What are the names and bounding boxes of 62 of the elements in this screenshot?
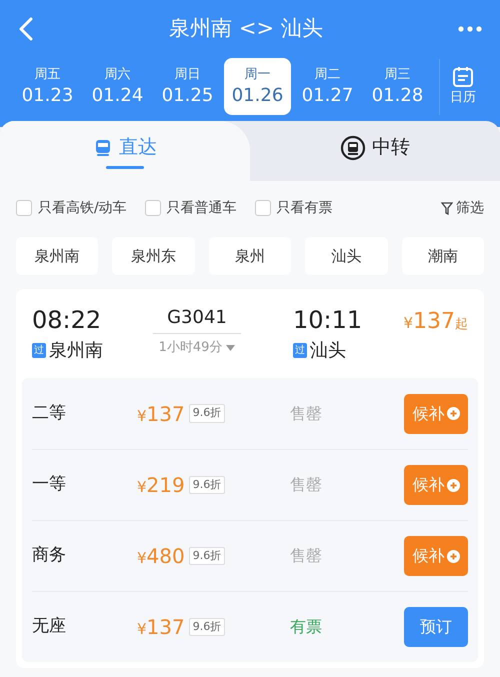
availability-status: 售罄 bbox=[290, 402, 322, 424]
discount-tag: 9.6折 bbox=[188, 546, 226, 566]
discount-tag: 9.6折 bbox=[188, 404, 226, 423]
filter-checkbox[interactable]: 只看高铁/动车 bbox=[16, 198, 127, 218]
pass-badge: 过 bbox=[32, 343, 46, 358]
filter-button[interactable]: 筛选 bbox=[441, 198, 484, 218]
availability-status: 售罄 bbox=[290, 474, 322, 496]
seat-class: 一等 bbox=[32, 473, 67, 496]
date-tab[interactable]: 周三 01.28 bbox=[364, 58, 431, 115]
calendar-button[interactable]: 日历 bbox=[450, 66, 476, 108]
route-tab[interactable]: 直达 bbox=[0, 121, 250, 181]
pass-badge: 过 bbox=[293, 343, 307, 358]
seat-price: ¥137 bbox=[137, 614, 185, 641]
transfer-train-icon bbox=[340, 134, 366, 160]
discount-tag: 9.6折 bbox=[188, 476, 226, 494]
station-chip[interactable]: 潮南 bbox=[402, 237, 484, 275]
availability-status: 售罄 bbox=[290, 545, 322, 567]
calendar-icon bbox=[452, 66, 474, 88]
back-icon[interactable] bbox=[18, 17, 34, 41]
plus-circle-icon bbox=[446, 407, 460, 420]
plus-circle-icon bbox=[446, 478, 460, 492]
date-tab[interactable]: 周日 01.25 bbox=[154, 58, 221, 115]
depart-time: 08:22 bbox=[32, 305, 102, 335]
arrive-time: 10:11 bbox=[293, 305, 364, 335]
waitlist-button[interactable]: 候补 bbox=[404, 394, 468, 434]
date-tab[interactable]: 周五 01.23 bbox=[14, 58, 81, 115]
plus-circle-icon bbox=[446, 550, 460, 562]
checkbox[interactable] bbox=[254, 200, 271, 216]
seat-price: ¥480 bbox=[137, 543, 185, 570]
seat-class: 无座 bbox=[32, 615, 67, 638]
date-tab[interactable]: 周二 01.27 bbox=[294, 58, 361, 115]
train-number: G3041 bbox=[153, 305, 241, 334]
funnel-icon bbox=[441, 202, 453, 214]
seat-class: 商务 bbox=[32, 544, 67, 568]
depart-station: 泉州南 bbox=[49, 339, 103, 363]
train-card[interactable]: 08:22 过 泉州南 G3041 1小时49分 10:11 过 汕头 ¥137起 二等 ¥137 9.6折 售罄 候补 一等 ¥219 9.6折 售罄 候补 商务 ¥480 9.6折 售罄 候补 无座 ¥137 9.6折 有票 预订 bbox=[16, 289, 484, 668]
duration[interactable]: 1小时49分 bbox=[158, 338, 236, 358]
waitlist-button[interactable]: 候补 bbox=[404, 465, 468, 505]
route-tab[interactable]: 中转 bbox=[250, 121, 500, 181]
date-tab[interactable]: 周一 01.26 bbox=[224, 58, 291, 115]
discount-tag: 9.6折 bbox=[188, 618, 226, 636]
filter-checkbox[interactable]: 只看普通车 bbox=[144, 198, 237, 218]
checkbox[interactable] bbox=[16, 200, 32, 216]
train-icon bbox=[93, 138, 113, 158]
filter-checkbox[interactable]: 只看有票 bbox=[254, 198, 333, 218]
waitlist-button[interactable]: 候补 bbox=[404, 536, 468, 576]
station-chip[interactable]: 汕头 bbox=[305, 237, 388, 275]
station-chip[interactable]: 泉州南 bbox=[16, 237, 98, 275]
lowest-price: ¥137起 bbox=[403, 308, 468, 335]
arrive-station: 汕头 bbox=[310, 339, 346, 363]
route-title: 泉州南 <> 汕头 bbox=[169, 15, 323, 42]
availability-status: 有票 bbox=[290, 616, 322, 638]
date-tab[interactable]: 周六 01.24 bbox=[84, 58, 151, 115]
dropdown-icon bbox=[226, 344, 236, 351]
checkbox[interactable] bbox=[144, 200, 161, 216]
station-chip[interactable]: 泉州东 bbox=[112, 237, 195, 275]
seat-class: 二等 bbox=[32, 402, 67, 425]
more-icon[interactable] bbox=[458, 26, 482, 32]
seat-price: ¥137 bbox=[137, 400, 185, 428]
station-chip[interactable]: 泉州 bbox=[208, 237, 292, 275]
seat-price: ¥219 bbox=[137, 472, 185, 499]
book-button[interactable]: 预订 bbox=[404, 607, 468, 647]
